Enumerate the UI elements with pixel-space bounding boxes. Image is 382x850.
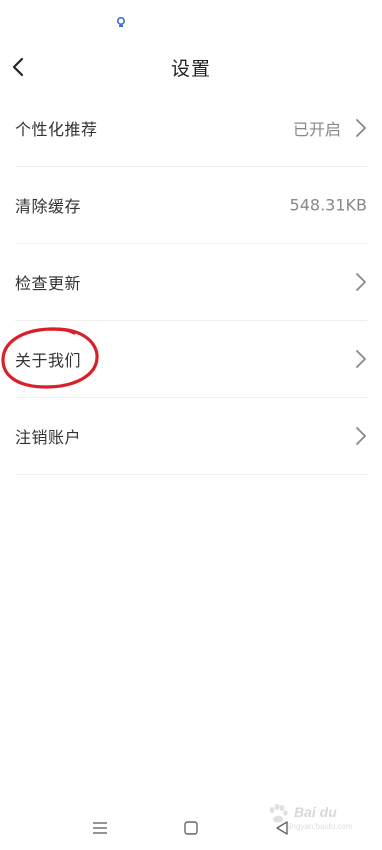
system-nav-bar (0, 802, 382, 850)
home-square-icon (184, 821, 198, 835)
chevron-right-icon (356, 119, 366, 137)
setting-value: 已开启 (292, 120, 341, 139)
setting-label: 个性化推荐 (15, 120, 98, 139)
status-bar (0, 0, 382, 44)
system-back-button[interactable] (270, 816, 294, 840)
menu-icon (93, 822, 107, 834)
header: 设置 (0, 44, 382, 90)
setting-label: 清除缓存 (15, 197, 82, 216)
setting-clear-cache[interactable]: 清除缓存 548.31KB (15, 167, 367, 244)
notification-icon (116, 16, 126, 27)
setting-about-us[interactable]: 关于我们 (15, 321, 367, 398)
setting-check-update[interactable]: 检查更新 (15, 244, 367, 321)
chevron-right-icon (356, 427, 366, 445)
home-button[interactable] (179, 816, 203, 840)
chevron-right-icon (356, 273, 366, 291)
setting-label: 关于我们 (15, 351, 82, 370)
chevron-right-icon (356, 350, 366, 368)
setting-personalized-recommendation[interactable]: 个性化推荐 已开启 (15, 90, 367, 167)
settings-list: 个性化推荐 已开启 清除缓存 548.31KB 检查更新 关于我们 注销账户 (15, 90, 367, 475)
page-title: 设置 (170, 58, 211, 80)
menu-button[interactable] (88, 816, 112, 840)
setting-label: 注销账户 (15, 428, 82, 447)
setting-delete-account[interactable]: 注销账户 (15, 398, 367, 475)
cache-size-value: 548.31KB (289, 195, 367, 215)
back-triangle-icon (276, 821, 288, 835)
setting-label: 检查更新 (15, 274, 82, 293)
